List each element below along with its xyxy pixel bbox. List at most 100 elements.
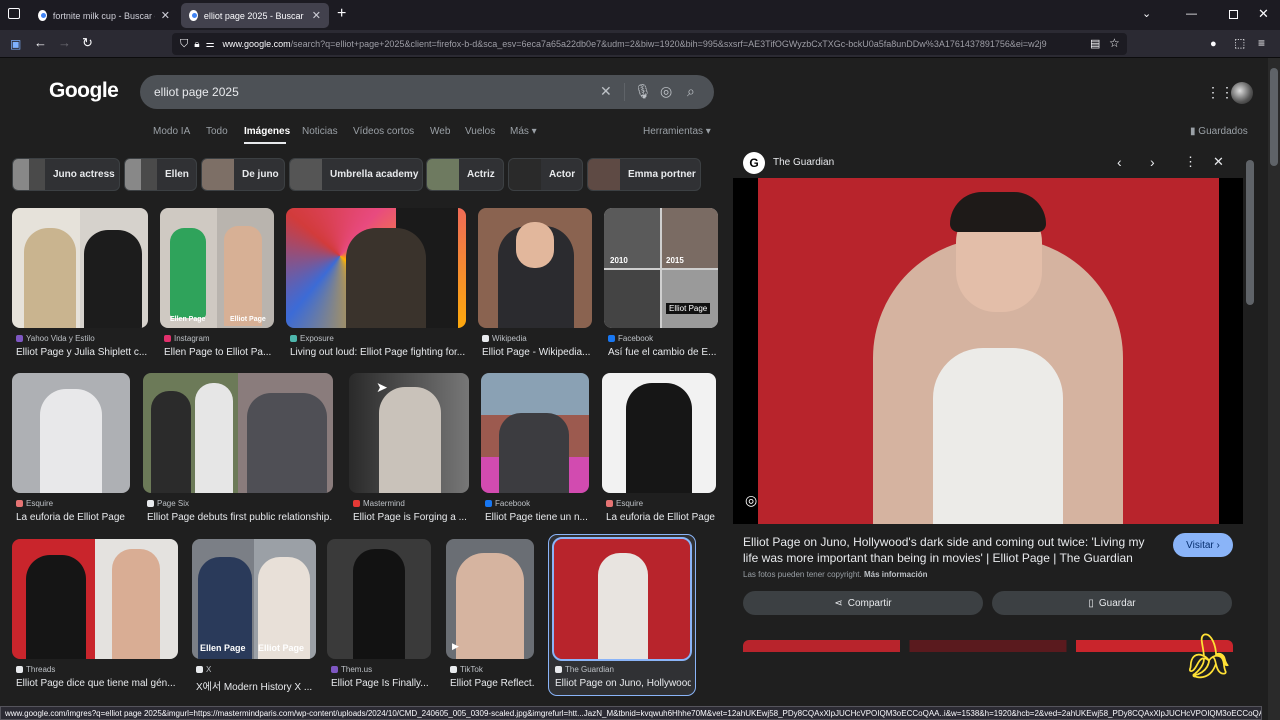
chip-thumbnail: [125, 159, 157, 190]
result-image[interactable]: 2010 2015 Elliot Page: [604, 208, 718, 328]
result-image[interactable]: [12, 373, 130, 493]
result-image[interactable]: Ellen Page Elliot Page: [160, 208, 274, 328]
chip-label: Umbrella academy: [330, 169, 419, 180]
google-logo[interactable]: Google: [49, 79, 119, 103]
share-label: Compartir: [847, 597, 892, 609]
url-bar[interactable]: ⛉ 🔒︎ ⚌ www.google.com /search?q=elliot+p…: [172, 33, 1127, 55]
close-icon[interactable]: ✕: [161, 9, 170, 22]
visit-button[interactable]: Visitar ›: [1173, 533, 1233, 557]
result-caption[interactable]: Elliot Page debuts first public relation…: [147, 512, 333, 523]
result-image[interactable]: [552, 537, 692, 661]
back-icon[interactable]: ←: [34, 34, 47, 52]
account-icon[interactable]: ●: [1210, 35, 1217, 53]
tab-mas[interactable]: Más ▾: [510, 126, 537, 137]
result-image[interactable]: [478, 208, 592, 328]
tab-imagenes[interactable]: Imágenes: [244, 126, 290, 137]
close-icon[interactable]: ✕: [1213, 154, 1224, 170]
copyright-text: Las fotos pueden tener copyright.: [743, 570, 862, 579]
result-caption[interactable]: Living out loud: Elliot Page fighting fo…: [290, 347, 466, 358]
result-card-selected[interactable]: The Guardian Elliot Page on Juno, Hollyw…: [548, 534, 696, 696]
result-caption[interactable]: Elliot Page dice que tiene mal gén...: [16, 678, 176, 689]
new-tab-button[interactable]: +: [337, 5, 346, 23]
result-image[interactable]: [602, 373, 716, 493]
tab-overflow-icon[interactable]: ⌄: [1142, 7, 1151, 20]
prev-icon[interactable]: ‹: [1117, 154, 1122, 170]
result-image[interactable]: ▶: [446, 539, 534, 659]
bookmark-star-icon[interactable]: ☆: [1109, 34, 1120, 52]
tab-videos-cortos[interactable]: Vídeos cortos: [353, 126, 414, 137]
result-caption[interactable]: Elliot Page y Julia Shiplett c...: [16, 347, 148, 358]
chip-juno-actress[interactable]: Juno actress: [12, 158, 120, 191]
result-image[interactable]: [327, 539, 431, 659]
share-button[interactable]: ⋖ Compartir: [743, 591, 983, 615]
saved-button[interactable]: ▮ Guardados: [1190, 126, 1248, 137]
close-icon[interactable]: ✕: [312, 9, 321, 22]
bookmark-icon: ▮: [1190, 126, 1196, 137]
result-caption[interactable]: Ellen Page to Elliot Pa...: [164, 347, 274, 358]
result-caption[interactable]: Elliot Page on Juno, Hollywood's d...: [555, 678, 691, 689]
forward-icon[interactable]: →: [58, 34, 71, 52]
elliot-page-tag: Elliot Page: [230, 316, 266, 323]
next-icon[interactable]: ›: [1150, 154, 1155, 170]
page-scrollbar[interactable]: [1268, 58, 1280, 720]
result-image[interactable]: [286, 208, 466, 328]
chip-emma-portner[interactable]: Emma portner: [587, 158, 701, 191]
tab-todo[interactable]: Todo: [206, 126, 228, 137]
lens-icon[interactable]: ◎: [660, 83, 672, 100]
close-window-button[interactable]: ✕: [1258, 6, 1269, 22]
tab-list-icon[interactable]: [8, 8, 20, 19]
chip-actor[interactable]: Actor: [508, 158, 583, 191]
result-source: Page Six: [147, 499, 189, 508]
chip-ellen[interactable]: Ellen: [124, 158, 197, 191]
result-caption[interactable]: Elliot Page tiene un n...: [485, 512, 589, 523]
lens-search-icon[interactable]: ◎: [745, 492, 757, 509]
reader-view-icon[interactable]: ▤: [1090, 35, 1100, 53]
tab-fortnite[interactable]: fortnite milk cup - Buscar con G ✕: [30, 3, 178, 28]
sidebar-icon[interactable]: ▣: [10, 35, 21, 53]
result-caption[interactable]: Así fue el cambio de E...: [608, 347, 718, 358]
panel-title[interactable]: Elliot Page on Juno, Hollywood's dark si…: [743, 534, 1163, 566]
result-caption[interactable]: Elliot Page - Wikipedia...: [482, 347, 592, 358]
google-favicon-icon: [38, 10, 47, 21]
result-caption[interactable]: La euforia de Elliot Page: [16, 512, 132, 523]
search-box[interactable]: elliot page 2025 ✕ 🎙︎ ◎ ⌕: [140, 75, 714, 109]
reload-icon[interactable]: ↻: [82, 34, 93, 52]
tab-vuelos[interactable]: Vuelos: [465, 126, 495, 137]
result-caption[interactable]: Elliot Page Reflect...: [450, 678, 534, 689]
microphone-icon[interactable]: 🎙︎: [634, 83, 652, 100]
extensions-icon[interactable]: ⬚: [1234, 34, 1245, 52]
result-caption[interactable]: Elliot Page Is Finally...: [331, 678, 431, 689]
result-caption[interactable]: X에서 Modern History X ...: [196, 678, 316, 693]
tab-modo-ia[interactable]: Modo IA: [153, 126, 190, 137]
avatar[interactable]: [1231, 82, 1253, 104]
restore-button[interactable]: [1229, 10, 1238, 19]
more-info-link[interactable]: Más información: [864, 570, 928, 579]
preview-image[interactable]: ◎: [733, 178, 1243, 524]
chip-umbrella-academy[interactable]: Umbrella academy: [289, 158, 423, 191]
tools-button[interactable]: Herramientas ▾: [643, 126, 711, 137]
search-icon[interactable]: ⌕: [687, 83, 695, 100]
scrollbar-thumb[interactable]: [1246, 160, 1254, 305]
more-options-icon[interactable]: ⋮: [1184, 154, 1197, 170]
tab-elliot-page[interactable]: elliot page 2025 - Buscar con G ✕: [181, 3, 329, 28]
result-image[interactable]: [481, 373, 589, 493]
scrollbar-thumb[interactable]: [1270, 68, 1278, 166]
menu-icon[interactable]: ≡: [1258, 34, 1265, 52]
clear-icon[interactable]: ✕: [600, 83, 612, 100]
result-image[interactable]: Ellen Page Elliot Page: [192, 539, 316, 659]
result-image[interactable]: [349, 373, 469, 493]
minimize-button[interactable]: —: [1186, 8, 1197, 20]
save-button[interactable]: ▯ Guardar: [992, 591, 1232, 615]
panel-source[interactable]: The Guardian: [773, 157, 834, 168]
result-caption[interactable]: Elliot Page is Forging a ...: [353, 512, 469, 523]
result-image[interactable]: [12, 539, 178, 659]
search-input[interactable]: elliot page 2025: [154, 85, 239, 99]
panel-scrollbar[interactable]: [1245, 150, 1255, 660]
result-image[interactable]: [12, 208, 148, 328]
chip-actriz[interactable]: Actriz: [426, 158, 504, 191]
result-image[interactable]: [143, 373, 333, 493]
tab-web[interactable]: Web: [430, 126, 450, 137]
tab-noticias[interactable]: Noticias: [302, 126, 338, 137]
result-caption[interactable]: La euforia de Elliot Page: [606, 512, 716, 523]
chip-de-juno[interactable]: De juno: [201, 158, 285, 191]
